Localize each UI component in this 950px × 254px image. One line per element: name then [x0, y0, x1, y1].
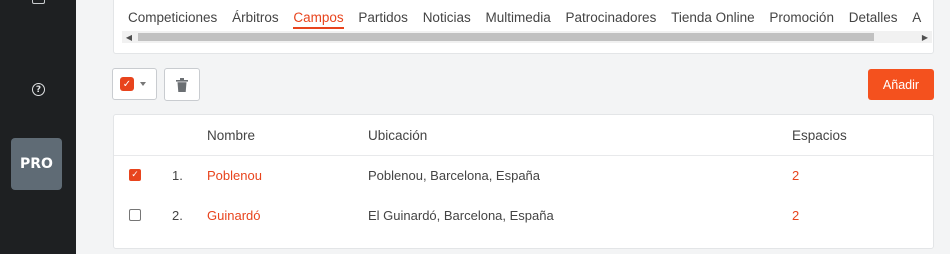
tab-partidos[interactable]: Partidos: [358, 10, 408, 29]
delete-button[interactable]: [164, 68, 200, 101]
tab-tienda-online[interactable]: Tienda Online: [671, 10, 755, 29]
tab-promocion[interactable]: Promoción: [769, 10, 834, 29]
column-header-spaces[interactable]: Espacios: [792, 128, 847, 143]
tabs-card: Competiciones Árbitros Campos Partidos N…: [113, 0, 934, 54]
sidebar: ? PRO: [0, 0, 76, 254]
column-header-location[interactable]: Ubicación: [368, 128, 427, 143]
table-header: Nombre Ubicación Espacios: [114, 115, 933, 156]
column-header-name[interactable]: Nombre: [207, 128, 255, 143]
scrollbar-thumb[interactable]: [138, 33, 874, 41]
tabs-scrollbar[interactable]: ◀ ▶: [122, 31, 932, 43]
tab-campos[interactable]: Campos: [293, 10, 344, 29]
tab-competiciones[interactable]: Competiciones: [128, 10, 217, 29]
tab-patrocinadores[interactable]: Patrocinadores: [566, 10, 657, 29]
row-checkbox[interactable]: ✓: [129, 169, 141, 181]
field-location: Poblenou, Barcelona, España: [368, 168, 541, 183]
tab-bar: Competiciones Árbitros Campos Partidos N…: [128, 10, 932, 29]
tab-multimedia[interactable]: Multimedia: [485, 10, 550, 29]
row-index: 2.: [172, 208, 183, 223]
scroll-right-icon[interactable]: ▶: [918, 31, 932, 43]
tab-detalles[interactable]: Detalles: [849, 10, 898, 29]
calendar-icon[interactable]: [32, 0, 45, 4]
add-button[interactable]: Añadir: [868, 69, 934, 100]
field-spaces-link[interactable]: 2: [792, 208, 799, 223]
trash-icon: [176, 77, 188, 92]
help-icon[interactable]: ?: [32, 83, 45, 96]
tab-truncated[interactable]: A: [912, 10, 921, 29]
table-row[interactable]: 2. Guinardó El Guinardó, Barcelona, Espa…: [114, 196, 933, 236]
checkbox-checked-icon: ✓: [120, 77, 134, 91]
field-location: El Guinardó, Barcelona, España: [368, 208, 554, 223]
field-name-link[interactable]: Guinardó: [207, 208, 260, 223]
field-spaces-link[interactable]: 2: [792, 168, 799, 183]
table-row[interactable]: ✓ 1. Poblenou Poblenou, Barcelona, Españ…: [114, 156, 933, 196]
tab-noticias[interactable]: Noticias: [423, 10, 471, 29]
tab-arbitros[interactable]: Árbitros: [232, 10, 279, 29]
fields-table: Nombre Ubicación Espacios ✓ 1. Poblenou …: [113, 114, 934, 249]
bulk-select-button[interactable]: ✓: [112, 68, 157, 100]
scroll-left-icon[interactable]: ◀: [122, 31, 136, 43]
pro-badge-button[interactable]: PRO: [11, 138, 62, 190]
row-checkbox[interactable]: [129, 209, 141, 221]
field-name-link[interactable]: Poblenou: [207, 168, 262, 183]
caret-down-icon: [140, 82, 146, 86]
row-index: 1.: [172, 168, 183, 183]
